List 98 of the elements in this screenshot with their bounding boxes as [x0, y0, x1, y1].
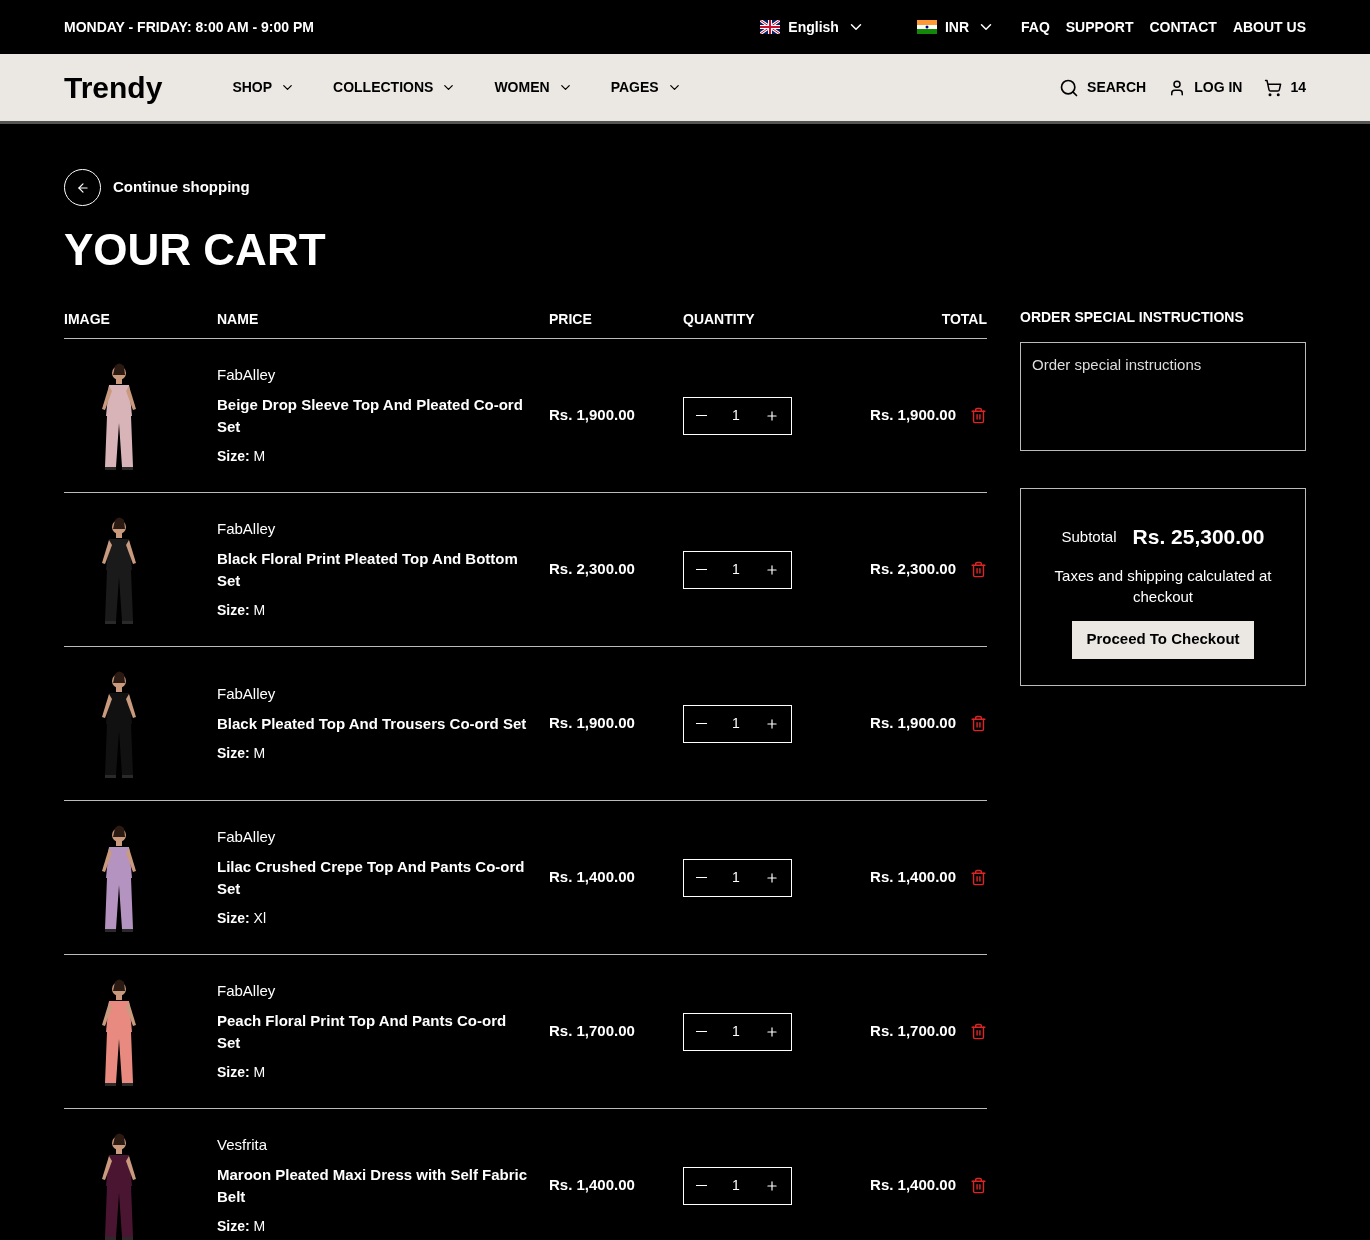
plus-icon — [765, 562, 779, 577]
increase-button[interactable] — [765, 1178, 779, 1193]
trash-icon — [970, 869, 987, 886]
minus-icon — [696, 414, 707, 417]
product-size: Size: Xl — [217, 909, 268, 929]
product-price: Rs. 1,900.00 — [549, 405, 636, 426]
top-link[interactable]: FAQ — [1021, 16, 1050, 38]
india-flag-icon — [916, 20, 937, 34]
instructions-field[interactable]: Order special instructions — [1020, 342, 1306, 451]
line-total: Rs. 1,700.00 — [870, 1021, 956, 1042]
plus-icon — [765, 1024, 779, 1039]
logo[interactable]: Trendy — [64, 65, 163, 110]
product-brand: FabAlley — [217, 518, 277, 539]
trash-icon — [970, 1023, 987, 1040]
product-name[interactable]: Maroon Pleated Maxi Dress with Self Fabric Belt — [217, 1164, 529, 1209]
product-price: Rs. 2,300.00 — [549, 559, 636, 580]
minus-icon — [696, 722, 707, 725]
product-name[interactable]: Black Floral Print Pleated Top And Bottom Set — [217, 548, 529, 593]
top-link[interactable]: SUPPORT — [1065, 16, 1134, 38]
delete-button[interactable] — [970, 407, 987, 424]
column-header: TOTAL — [940, 310, 987, 329]
product-price: Rs. 1,400.00 — [549, 1175, 636, 1196]
business-hours: MONDAY - FRIDAY: 8:00 AM - 9:00 PM — [64, 17, 314, 37]
search-button[interactable]: SEARCH — [1059, 77, 1147, 98]
product-price: Rs. 1,900.00 — [549, 713, 636, 734]
nav-menu[interactable]: SHOP — [232, 77, 296, 98]
product-brand: Vesfrita — [217, 1134, 269, 1155]
trash-icon — [970, 407, 987, 424]
product-price: Rs. 1,700.00 — [549, 1021, 636, 1042]
product-brand: FabAlley — [217, 364, 277, 385]
increase-button[interactable] — [765, 408, 779, 423]
login-button[interactable]: LOG IN — [1168, 77, 1243, 98]
line-total: Rs. 2,300.00 — [870, 559, 956, 580]
column-header: IMAGE — [64, 310, 111, 329]
product-size: Size: M — [217, 601, 267, 621]
quantity-value: 1 — [732, 868, 740, 887]
product-name[interactable]: Beige Drop Sleeve Top And Pleated Co-ord Set — [217, 394, 529, 439]
delete-button[interactable] — [970, 1023, 987, 1040]
instructions-label: ORDER SPECIAL INSTRUCTIONS — [1020, 308, 1245, 327]
product-name[interactable]: Peach Floral Print Top And Pants Co-ord Set — [217, 1010, 529, 1055]
column-header: PRICE — [549, 310, 593, 329]
product-brand: FabAlley — [217, 826, 277, 847]
subtotal-label: Subtotal — [1061, 526, 1117, 547]
minus-icon — [696, 568, 707, 571]
increase-button[interactable] — [765, 1024, 779, 1039]
increase-button[interactable] — [765, 870, 779, 885]
quantity-value: 1 — [732, 714, 740, 733]
trash-icon — [970, 715, 987, 732]
checkout-button[interactable]: Proceed To Checkout — [1072, 620, 1254, 659]
product-price: Rs. 1,400.00 — [549, 867, 636, 888]
minus-icon — [696, 1184, 707, 1187]
language-selector[interactable]: English — [760, 16, 865, 38]
product-size: Size: M — [217, 447, 267, 467]
trash-icon — [970, 1177, 987, 1194]
plus-icon — [765, 1178, 779, 1193]
subtotal-value: Rs. 25,300.00 — [1132, 524, 1265, 550]
product-brand: FabAlley — [217, 980, 277, 1001]
delete-button[interactable] — [970, 561, 987, 578]
plus-icon — [765, 870, 779, 885]
tax-note: Taxes and shipping calculated at checkout — [1053, 565, 1273, 607]
line-total: Rs. 1,400.00 — [870, 867, 956, 888]
product-size: Size: M — [217, 1217, 267, 1237]
top-link[interactable]: ABOUT US — [1232, 16, 1306, 38]
cart-icon — [1264, 78, 1283, 97]
quantity-value: 1 — [732, 1176, 740, 1195]
product-size: Size: M — [217, 1063, 267, 1083]
cart-button[interactable]: 14 — [1264, 77, 1306, 98]
delete-button[interactable] — [970, 715, 987, 732]
column-header: NAME — [217, 310, 260, 329]
search-icon — [1059, 77, 1080, 98]
product-name[interactable]: Lilac Crushed Crepe Top And Pants Co-ord Set — [217, 856, 529, 901]
plus-icon — [765, 716, 779, 731]
product-brand: FabAlley — [217, 683, 277, 704]
nav-menu[interactable]: PAGES — [610, 77, 682, 98]
product-name[interactable]: Black Pleated Top And Trousers Co-ord Set — [217, 713, 529, 736]
trash-icon — [970, 561, 987, 578]
increase-button[interactable] — [765, 562, 779, 577]
page-title: YOUR CART — [64, 228, 327, 272]
delete-button[interactable] — [970, 869, 987, 886]
top-link[interactable]: CONTACT — [1149, 16, 1217, 38]
product-size: Size: M — [217, 744, 267, 764]
column-header: QUANTITY — [683, 310, 756, 329]
line-total: Rs. 1,400.00 — [870, 1175, 956, 1196]
continue-shopping-link[interactable]: Continue shopping — [64, 169, 1306, 206]
currency-selector[interactable]: INR — [916, 16, 995, 38]
line-total: Rs. 1,900.00 — [870, 405, 956, 426]
increase-button[interactable] — [765, 716, 779, 731]
nav-menu[interactable]: WOMEN — [494, 77, 573, 98]
quantity-value: 1 — [732, 560, 740, 579]
nav-menu[interactable]: COLLECTIONS — [333, 77, 457, 98]
uk-flag-icon — [760, 20, 781, 34]
minus-icon — [696, 1030, 707, 1033]
quantity-value: 1 — [732, 406, 740, 425]
quantity-value: 1 — [732, 1022, 740, 1041]
minus-icon — [696, 876, 707, 879]
delete-button[interactable] — [970, 1177, 987, 1194]
line-total: Rs. 1,900.00 — [870, 713, 956, 734]
plus-icon — [765, 408, 779, 423]
